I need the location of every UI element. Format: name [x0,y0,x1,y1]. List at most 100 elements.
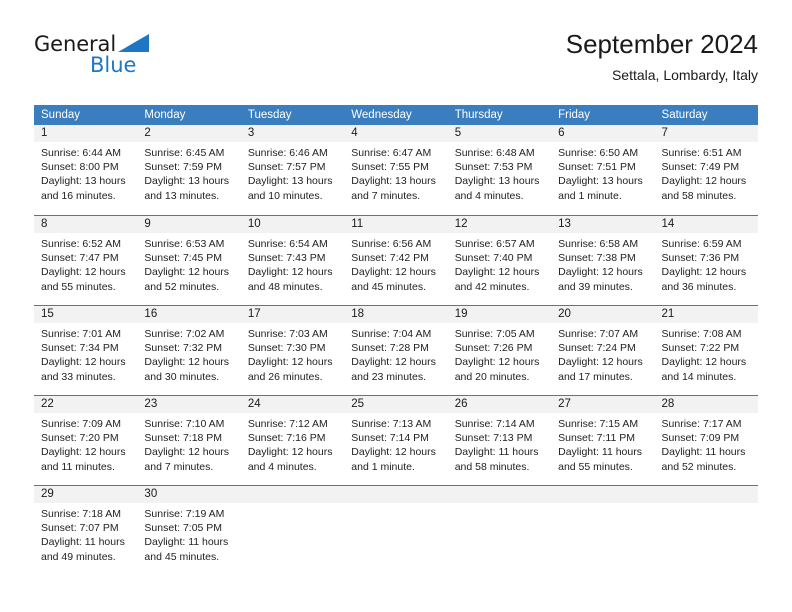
day-detail-line: Sunrise: 6:47 AM [351,147,432,159]
calendar-day-cell[interactable]: 26 Sunrise: 7:14 AM Sunset: 7:13 PM Dayligh… [447,396,552,485]
day-detail-text: Sunrise: 6:48 AM Sunset: 7:53 PM Daylight:… [448,142,551,203]
day-detail-line: Daylight: 12 hours [144,266,230,279]
day-number: 17 [247,308,261,320]
day-detail-line: Daylight: 12 hours [558,356,643,369]
day-detail-text [551,503,654,507]
day-number-band: 3 [240,125,345,142]
calendar-day-cell[interactable]: 5 Sunrise: 6:48 AM Sunset: 7:53 PM Daylight… [447,125,552,215]
calendar-day-cell[interactable]: 29 Sunrise: 7:18 AM Sunset: 7:07 PM Dayligh… [34,486,138,575]
calendar-day-cell[interactable]: 7 Sunrise: 6:51 AM Sunset: 7:49 PM Daylight… [654,125,758,215]
day-detail-line: and 58 minutes. [661,189,737,202]
day-number: 29 [41,488,54,500]
day-number: 11 [351,218,364,230]
day-number-band: 26 [447,396,552,413]
day-number: 5 [454,127,462,139]
calendar-day-cell[interactable]: 4 Sunrise: 6:47 AM Sunset: 7:55 PM Daylight… [344,125,448,215]
calendar-day-cell[interactable]: 25 Sunrise: 7:13 AM Sunset: 7:14 PM Dayligh… [344,396,448,485]
day-detail-line: and 16 minutes. [41,189,116,202]
day-detail-line: and 11 minutes. [41,460,115,473]
day-detail-line: Daylight: 11 hours [41,536,125,549]
calendar-page: General Blue September 2024 Settala, Lom… [0,0,792,612]
calendar-day-cell[interactable]: 12 Sunrise: 6:57 AM Sunset: 7:40 PM Dayligh… [447,216,552,305]
calendar-day-cell[interactable]: 13 Sunrise: 6:58 AM Sunset: 7:38 PM Dayligh… [551,216,655,305]
day-number: 23 [144,398,158,410]
day-detail-line: and 4 minutes. [247,460,317,473]
calendar-day-cell[interactable]: 22 Sunrise: 7:09 AM Sunset: 7:20 PM Dayligh… [34,396,138,485]
day-detail-text: Sunrise: 6:54 AM Sunset: 7:43 PM Daylight:… [241,233,344,294]
day-detail-text: Sunrise: 7:07 AM Sunset: 7:24 PM Daylight:… [551,323,654,384]
day-detail-line: Daylight: 12 hours [351,446,436,459]
day-detail-line: Sunrise: 6:46 AM [247,147,328,159]
calendar-day-cell[interactable]: 10 Sunrise: 6:54 AM Sunset: 7:43 PM Dayligh… [240,216,345,305]
calendar-day-cell[interactable]: 17 Sunrise: 7:03 AM Sunset: 7:30 PM Dayligh… [240,306,345,395]
day-number-band: 24 [240,396,345,413]
title-block: September 2024 Settala, Lombardy, Italy [566,28,758,84]
calendar-day-cell[interactable]: 24 Sunrise: 7:12 AM Sunset: 7:16 PM Dayligh… [240,396,345,485]
calendar-day-cell[interactable]: 14 Sunrise: 6:59 AM Sunset: 7:36 PM Dayligh… [654,216,758,305]
day-number: 7 [661,127,668,139]
day-detail-line: Sunset: 7:32 PM [144,342,223,355]
day-number-band [344,486,448,503]
calendar-week-row: 8 Sunrise: 6:52 AM Sunset: 7:47 PM Daylight… [34,215,758,305]
day-detail-text [344,503,447,507]
day-detail-text: Sunrise: 7:17 AM Sunset: 7:09 PM Daylight:… [655,413,758,474]
day-detail-line: and 13 minutes. [144,189,220,202]
calendar-day-cell[interactable]: 3 Sunrise: 6:46 AM Sunset: 7:57 PM Daylight… [240,125,345,215]
calendar-day-cell[interactable]: 16 Sunrise: 7:02 AM Sunset: 7:32 PM Dayligh… [137,306,241,395]
calendar-day-cell[interactable]: 15 Sunrise: 7:01 AM Sunset: 7:34 PM Dayligh… [34,306,138,395]
day-number-band: 28 [654,396,758,413]
calendar-day-cell[interactable]: 23 Sunrise: 7:10 AM Sunset: 7:18 PM Dayligh… [137,396,241,485]
day-detail-line: Sunrise: 7:05 AM [454,328,535,340]
day-detail-line: Sunset: 7:22 PM [661,342,740,355]
day-number: 26 [454,398,468,410]
triangle-flag-icon [118,34,149,52]
calendar-day-cell[interactable]: 21 Sunrise: 7:08 AM Sunset: 7:22 PM Dayligh… [654,306,758,395]
calendar-day-cell[interactable]: 11 Sunrise: 6:56 AM Sunset: 7:42 PM Dayligh… [344,216,448,305]
day-detail-line: Daylight: 12 hours [247,266,333,279]
calendar-day-cell[interactable]: 2 Sunrise: 6:45 AM Sunset: 7:59 PM Daylight… [137,125,241,215]
day-number-band: 8 [34,216,138,233]
day-detail-line: Sunset: 7:34 PM [41,342,119,355]
day-number-band: 9 [137,216,241,233]
calendar-day-cell[interactable]: 1 Sunrise: 6:44 AM Sunset: 8:00 PM Daylight… [34,125,138,215]
day-detail-line: Sunrise: 7:19 AM [144,508,225,520]
day-detail-line: Sunrise: 7:01 AM [41,328,121,340]
calendar-day-cell[interactable]: 6 Sunrise: 6:50 AM Sunset: 7:51 PM Daylight… [551,125,655,215]
calendar-day-cell[interactable]: 27 Sunrise: 7:15 AM Sunset: 7:11 PM Dayligh… [551,396,655,485]
brand-logo[interactable]: General Blue [34,32,254,88]
calendar-week-row: 1 Sunrise: 6:44 AM Sunset: 8:00 PM Daylight… [34,125,758,215]
day-detail-line: and 17 minutes. [558,370,633,383]
day-detail-line: Sunrise: 7:07 AM [558,328,639,340]
day-detail-line: Sunrise: 7:09 AM [41,418,121,430]
day-number-band: 7 [654,125,758,142]
day-detail-text: Sunrise: 7:19 AM Sunset: 7:05 PM Daylight:… [137,503,240,564]
day-number: 15 [41,308,54,320]
day-detail-text: Sunrise: 7:01 AM Sunset: 7:34 PM Daylight:… [34,323,137,384]
day-detail-line: and 14 minutes. [661,370,737,383]
day-detail-line: and 1 minute. [351,460,415,473]
day-detail-line: and 55 minutes. [558,460,633,473]
calendar-day-cell[interactable]: 20 Sunrise: 7:07 AM Sunset: 7:24 PM Dayligh… [551,306,655,395]
day-detail-line: Sunrise: 7:15 AM [558,418,639,430]
calendar-day-cell[interactable]: 30 Sunrise: 7:19 AM Sunset: 7:05 PM Dayligh… [137,486,241,575]
day-detail-line: Sunset: 7:51 PM [558,161,636,174]
day-detail-line: Sunset: 7:26 PM [454,342,533,355]
weekday-header-sunday: Sunday [41,109,81,121]
day-detail-line: Sunset: 8:00 PM [41,161,119,174]
day-detail-line: Sunset: 7:40 PM [454,252,533,265]
calendar-day-cell[interactable]: 28 Sunrise: 7:17 AM Sunset: 7:09 PM Dayligh… [654,396,758,485]
day-detail-text: Sunrise: 6:56 AM Sunset: 7:42 PM Daylight:… [344,233,447,294]
day-detail-text [655,503,758,507]
day-number: 19 [454,308,468,320]
day-detail-line: Sunset: 7:14 PM [351,432,429,445]
calendar-day-cell[interactable]: 9 Sunrise: 6:53 AM Sunset: 7:45 PM Daylight… [137,216,241,305]
day-detail-line: Sunset: 7:13 PM [454,432,533,445]
page-header: General Blue September 2024 Settala, Lom… [0,0,792,100]
day-detail-line: Sunset: 7:05 PM [144,522,223,535]
calendar-day-cell[interactable]: 8 Sunrise: 6:52 AM Sunset: 7:47 PM Daylight… [34,216,138,305]
calendar-week-row: 29 Sunrise: 7:18 AM Sunset: 7:07 PM Dayligh… [34,485,758,575]
calendar-day-cell[interactable]: 18 Sunrise: 7:04 AM Sunset: 7:28 PM Dayligh… [344,306,448,395]
calendar-day-cell[interactable]: 19 Sunrise: 7:05 AM Sunset: 7:26 PM Dayligh… [447,306,552,395]
day-number: 18 [351,308,365,320]
day-detail-line: Sunset: 7:20 PM [41,432,119,445]
